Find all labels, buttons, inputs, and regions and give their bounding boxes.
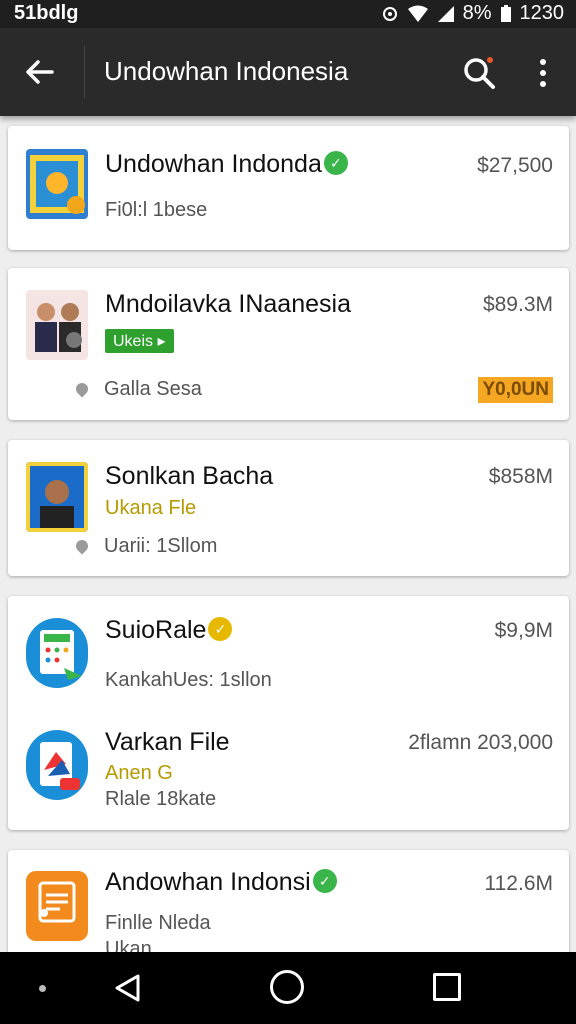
listing-name: Undowhan Indonda ✓ bbox=[105, 150, 348, 179]
page-title: Undowhan Indonesia bbox=[104, 56, 349, 86]
home-icon[interactable] bbox=[270, 970, 304, 1004]
listing-card[interactable]: Mndoilavka INaanesia $89.3M Ukeis ▸ Gall… bbox=[8, 268, 569, 420]
wifi-icon bbox=[407, 5, 428, 22]
listing-price: $27,500 bbox=[477, 154, 553, 177]
settings-notification-icon bbox=[382, 6, 397, 21]
listing-price: $858M bbox=[488, 465, 553, 488]
appbar-divider bbox=[84, 46, 85, 98]
listing-subtitle: KankahUes: 1sllon bbox=[105, 669, 272, 691]
listing-thumbnail bbox=[26, 618, 88, 688]
verified-check-icon: ✓ bbox=[323, 151, 348, 175]
listing-thumbnail bbox=[26, 871, 88, 941]
listing-location: Uarii: 1Sllom bbox=[73, 535, 217, 558]
listing-subtitle: Finlle Nleda bbox=[105, 912, 211, 934]
listing-name: Andowhan Indonsi ✓ bbox=[105, 868, 337, 897]
listing-location: Galla Sesa bbox=[73, 378, 202, 401]
listing-subtitle-secondary: Rlale 18kate bbox=[105, 788, 217, 810]
app-bar: Undowhan Indonesia bbox=[0, 28, 576, 116]
listing-name: Mndoilavka INaanesia bbox=[105, 290, 351, 318]
listing-name: SuioRale ✓ bbox=[105, 616, 233, 645]
listing-card[interactable]: SuioRale ✓ $9,9M KankahUes: 1sllon Varkan… bbox=[8, 596, 569, 830]
listing-price: $9,9M bbox=[494, 619, 553, 642]
nav-dot-icon bbox=[39, 985, 46, 992]
document-app-icon bbox=[26, 734, 88, 796]
clipboard-app-icon bbox=[26, 871, 88, 933]
location-pin-icon bbox=[73, 537, 91, 555]
back-icon[interactable] bbox=[112, 972, 144, 1004]
status-left-text: 51bdlg bbox=[14, 2, 79, 24]
status-time: 1230 bbox=[519, 2, 565, 24]
listing-subtitle: Anen G bbox=[105, 762, 173, 784]
portrait-icon bbox=[26, 462, 88, 532]
listing-price: 112.6M bbox=[484, 872, 554, 895]
verified-check-icon: ✓ bbox=[312, 869, 337, 893]
listing-price: $89.3M bbox=[482, 293, 553, 316]
status-bar: 51bdlg 8% 1230 bbox=[0, 0, 576, 28]
signal-icon bbox=[437, 5, 454, 22]
price-tag: Y0,0UN bbox=[478, 377, 553, 403]
back-arrow-icon[interactable] bbox=[22, 54, 58, 90]
listing-price: 2flamn 203,000 bbox=[408, 731, 553, 754]
listing-thumbnail bbox=[26, 462, 88, 532]
calculator-app-icon bbox=[26, 622, 88, 684]
listing-card[interactable]: Andowhan Indonsi ✓ 112.6M Finlle Nleda Uk… bbox=[8, 850, 569, 960]
status-right: 8% 1230 bbox=[381, 2, 564, 25]
listing-name: Sonlkan Bacha bbox=[105, 462, 274, 490]
location-pin-icon bbox=[73, 380, 91, 398]
status-tag: Ukeis ▸ bbox=[105, 329, 174, 353]
listing-subtitle: Ukana Fle bbox=[105, 497, 197, 519]
listing-name: Varkan File bbox=[105, 728, 230, 756]
listing-card[interactable]: Sonlkan Bacha $858M Ukana Fle Uarii: 1Sl… bbox=[8, 440, 569, 576]
listing-subtitle: Fi0l:l 1bese bbox=[105, 199, 208, 221]
battery-percent: 8% bbox=[462, 2, 492, 24]
recents-icon[interactable] bbox=[433, 973, 461, 1001]
listing-thumbnail bbox=[26, 290, 88, 360]
people-photo-icon bbox=[26, 290, 88, 360]
more-options-icon[interactable] bbox=[528, 54, 558, 92]
gold-badge-icon: ✓ bbox=[208, 617, 233, 641]
building-icon bbox=[30, 155, 85, 214]
system-nav-bar bbox=[0, 952, 576, 1024]
search-icon[interactable] bbox=[460, 54, 498, 92]
listing-thumbnail bbox=[26, 149, 88, 219]
listing-card[interactable]: Undowhan Indonda ✓ $27,500 Fi0l:l 1bese bbox=[8, 126, 569, 250]
listing-thumbnail bbox=[26, 730, 88, 800]
battery-icon bbox=[500, 4, 511, 22]
